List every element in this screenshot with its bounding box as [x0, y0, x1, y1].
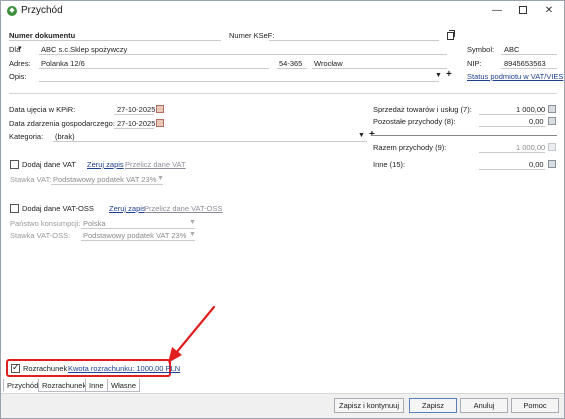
adres-postal[interactable]: 54-365: [279, 59, 302, 68]
adres-postal-underline: [277, 68, 307, 69]
other-income-underline: [479, 126, 545, 127]
settlement-checkbox[interactable]: [11, 363, 20, 373]
window-title: Przychód: [21, 5, 63, 16]
nip-value[interactable]: 8945653563: [504, 59, 546, 68]
kpir-date-underline: [114, 114, 154, 115]
maximize-button[interactable]: [511, 3, 535, 19]
adres-street-underline: [39, 68, 269, 69]
vat-oss-rate-underline: [81, 240, 195, 241]
calculator-icon[interactable]: [548, 160, 556, 168]
dla-dropdown-icon[interactable]: ▾: [18, 44, 22, 52]
sales-label: Sprzedaż towarów i usług (7):: [373, 105, 472, 114]
symbol-value[interactable]: ABC: [504, 45, 519, 54]
vat-oss-country-dropdown-icon[interactable]: ▼: [189, 219, 196, 226]
save-button[interactable]: Zapisz: [409, 398, 457, 413]
doc-number-input[interactable]: [9, 40, 221, 41]
total-income-label: Razem przychody (9):: [373, 143, 447, 152]
adres-city[interactable]: Wrocław: [314, 59, 343, 68]
sales-value[interactable]: 1 000,00: [516, 105, 545, 114]
tab-wlasne[interactable]: Własne: [107, 379, 141, 392]
other15-value[interactable]: 0,00: [529, 160, 544, 169]
add-vat-checkbox[interactable]: [10, 160, 19, 169]
przychod-window: ◆ Przychód — ✕ Numer dokumentu Numer KSe…: [0, 0, 565, 419]
category-underline: [53, 141, 367, 142]
settlement-amount-link[interactable]: Kwota rozrachunku: 1000,00 PLN: [68, 364, 180, 373]
vat-recalc-link[interactable]: Przelicz dane VAT: [125, 160, 186, 169]
add-vat-oss-checkbox[interactable]: [10, 204, 19, 213]
calculator-icon[interactable]: [548, 105, 556, 113]
sum-divider: [373, 135, 557, 136]
settlement-label: Rozrachunek: [23, 364, 68, 373]
vat-oss-rate-value[interactable]: Podstawowy podatek VAT 23%: [83, 231, 186, 240]
adres-street[interactable]: Polanka 12/6: [41, 59, 85, 68]
event-date-value[interactable]: 27-10-2025: [117, 119, 155, 128]
opis-add-icon[interactable]: +: [446, 69, 452, 80]
ksef-input[interactable]: [269, 40, 439, 41]
add-vat-oss-label: Dodaj dane VAT-OSS: [22, 204, 94, 213]
calendar-icon[interactable]: [156, 105, 164, 113]
adres-label: Adres:: [9, 59, 31, 68]
total-income-value: 1 000,00: [516, 143, 546, 152]
doc-number-label: Numer dokumentu: [9, 31, 76, 40]
other-income-value[interactable]: 0,00: [529, 117, 544, 126]
app-icon: ◆: [7, 6, 17, 16]
vat-rate-dropdown-icon[interactable]: ▼: [157, 175, 164, 182]
copy-icon[interactable]: [447, 30, 455, 40]
vat-oss-country-label: Państwo konsumpcji:: [10, 219, 81, 228]
symbol-underline: [501, 54, 557, 55]
tab-inne[interactable]: Inne: [85, 379, 108, 392]
nip-label: NIP:: [467, 59, 482, 68]
opis-input[interactable]: [39, 81, 439, 82]
kpir-date-label: Data ujęcia w KPiR:: [9, 105, 76, 114]
total-income-underline: [479, 152, 545, 153]
nip-underline: [501, 68, 557, 69]
vat-oss-country-underline: [81, 228, 195, 229]
ksef-label: Numer KSeF:: [229, 31, 275, 40]
category-value[interactable]: (brak): [55, 132, 75, 141]
title-bar: ◆ Przychód — ✕: [1, 1, 564, 21]
add-vat-label: Dodaj dane VAT: [22, 160, 76, 169]
event-date-underline: [114, 128, 154, 129]
sales-underline: [479, 114, 545, 115]
opis-label: Opis:: [9, 72, 27, 81]
calculator-icon[interactable]: [548, 117, 556, 125]
minimize-button[interactable]: —: [485, 3, 509, 19]
vat-oss-country-value[interactable]: Polska: [83, 219, 106, 228]
adres-city-underline: [312, 68, 447, 69]
other-income-label: Pozostałe przychody (8):: [373, 117, 456, 126]
category-label: Kategoria:: [9, 132, 44, 141]
other15-label: Inne (15):: [373, 160, 406, 169]
maximize-icon: [519, 6, 527, 15]
other15-underline: [479, 169, 545, 170]
kpir-date-value[interactable]: 27-10-2025: [117, 105, 155, 114]
category-dropdown-icon[interactable]: ▼: [358, 132, 365, 139]
vat-oss-rate-dropdown-icon[interactable]: ▼: [189, 231, 196, 238]
cancel-button[interactable]: Anuluj: [460, 398, 508, 413]
vat-oss-reset-link[interactable]: Zeruj zapis: [109, 204, 146, 213]
close-button[interactable]: ✕: [537, 3, 561, 19]
dla-underline: [39, 54, 447, 55]
event-date-label: Data zdarzenia gospodarczego:: [9, 119, 115, 128]
vat-status-link[interactable]: Status podmiotu w VAT/VIES: [467, 72, 563, 81]
vat-rate-underline: [51, 184, 163, 185]
tab-przychod[interactable]: Przychód: [3, 379, 43, 392]
vat-rate-label: Stawka VAT:: [10, 175, 52, 184]
tab-rozrachunek[interactable]: Rozrachunek: [38, 379, 91, 392]
opis-dropdown-icon[interactable]: ▼: [435, 72, 442, 79]
vat-oss-recalc-link[interactable]: Przelicz dane VAT-OSS: [144, 204, 223, 213]
symbol-label: Symbol:: [467, 45, 495, 54]
save-continue-button[interactable]: Zapisz i kontynuuj: [334, 398, 404, 413]
vat-reset-link[interactable]: Zeruj zapis: [87, 160, 124, 169]
section-divider: [9, 93, 557, 94]
calculator-icon: [548, 143, 556, 151]
annotation-arrow-icon: [168, 305, 216, 363]
vat-rate-value[interactable]: Podstawowy podatek VAT 23%: [53, 175, 156, 184]
vat-oss-rate-label: Stawka VAT-OSS:: [10, 231, 71, 240]
calendar-icon[interactable]: [156, 119, 164, 127]
dla-value[interactable]: ABC s.c.Sklep spożywczy: [41, 45, 127, 54]
help-button[interactable]: Pomoc: [511, 398, 559, 413]
